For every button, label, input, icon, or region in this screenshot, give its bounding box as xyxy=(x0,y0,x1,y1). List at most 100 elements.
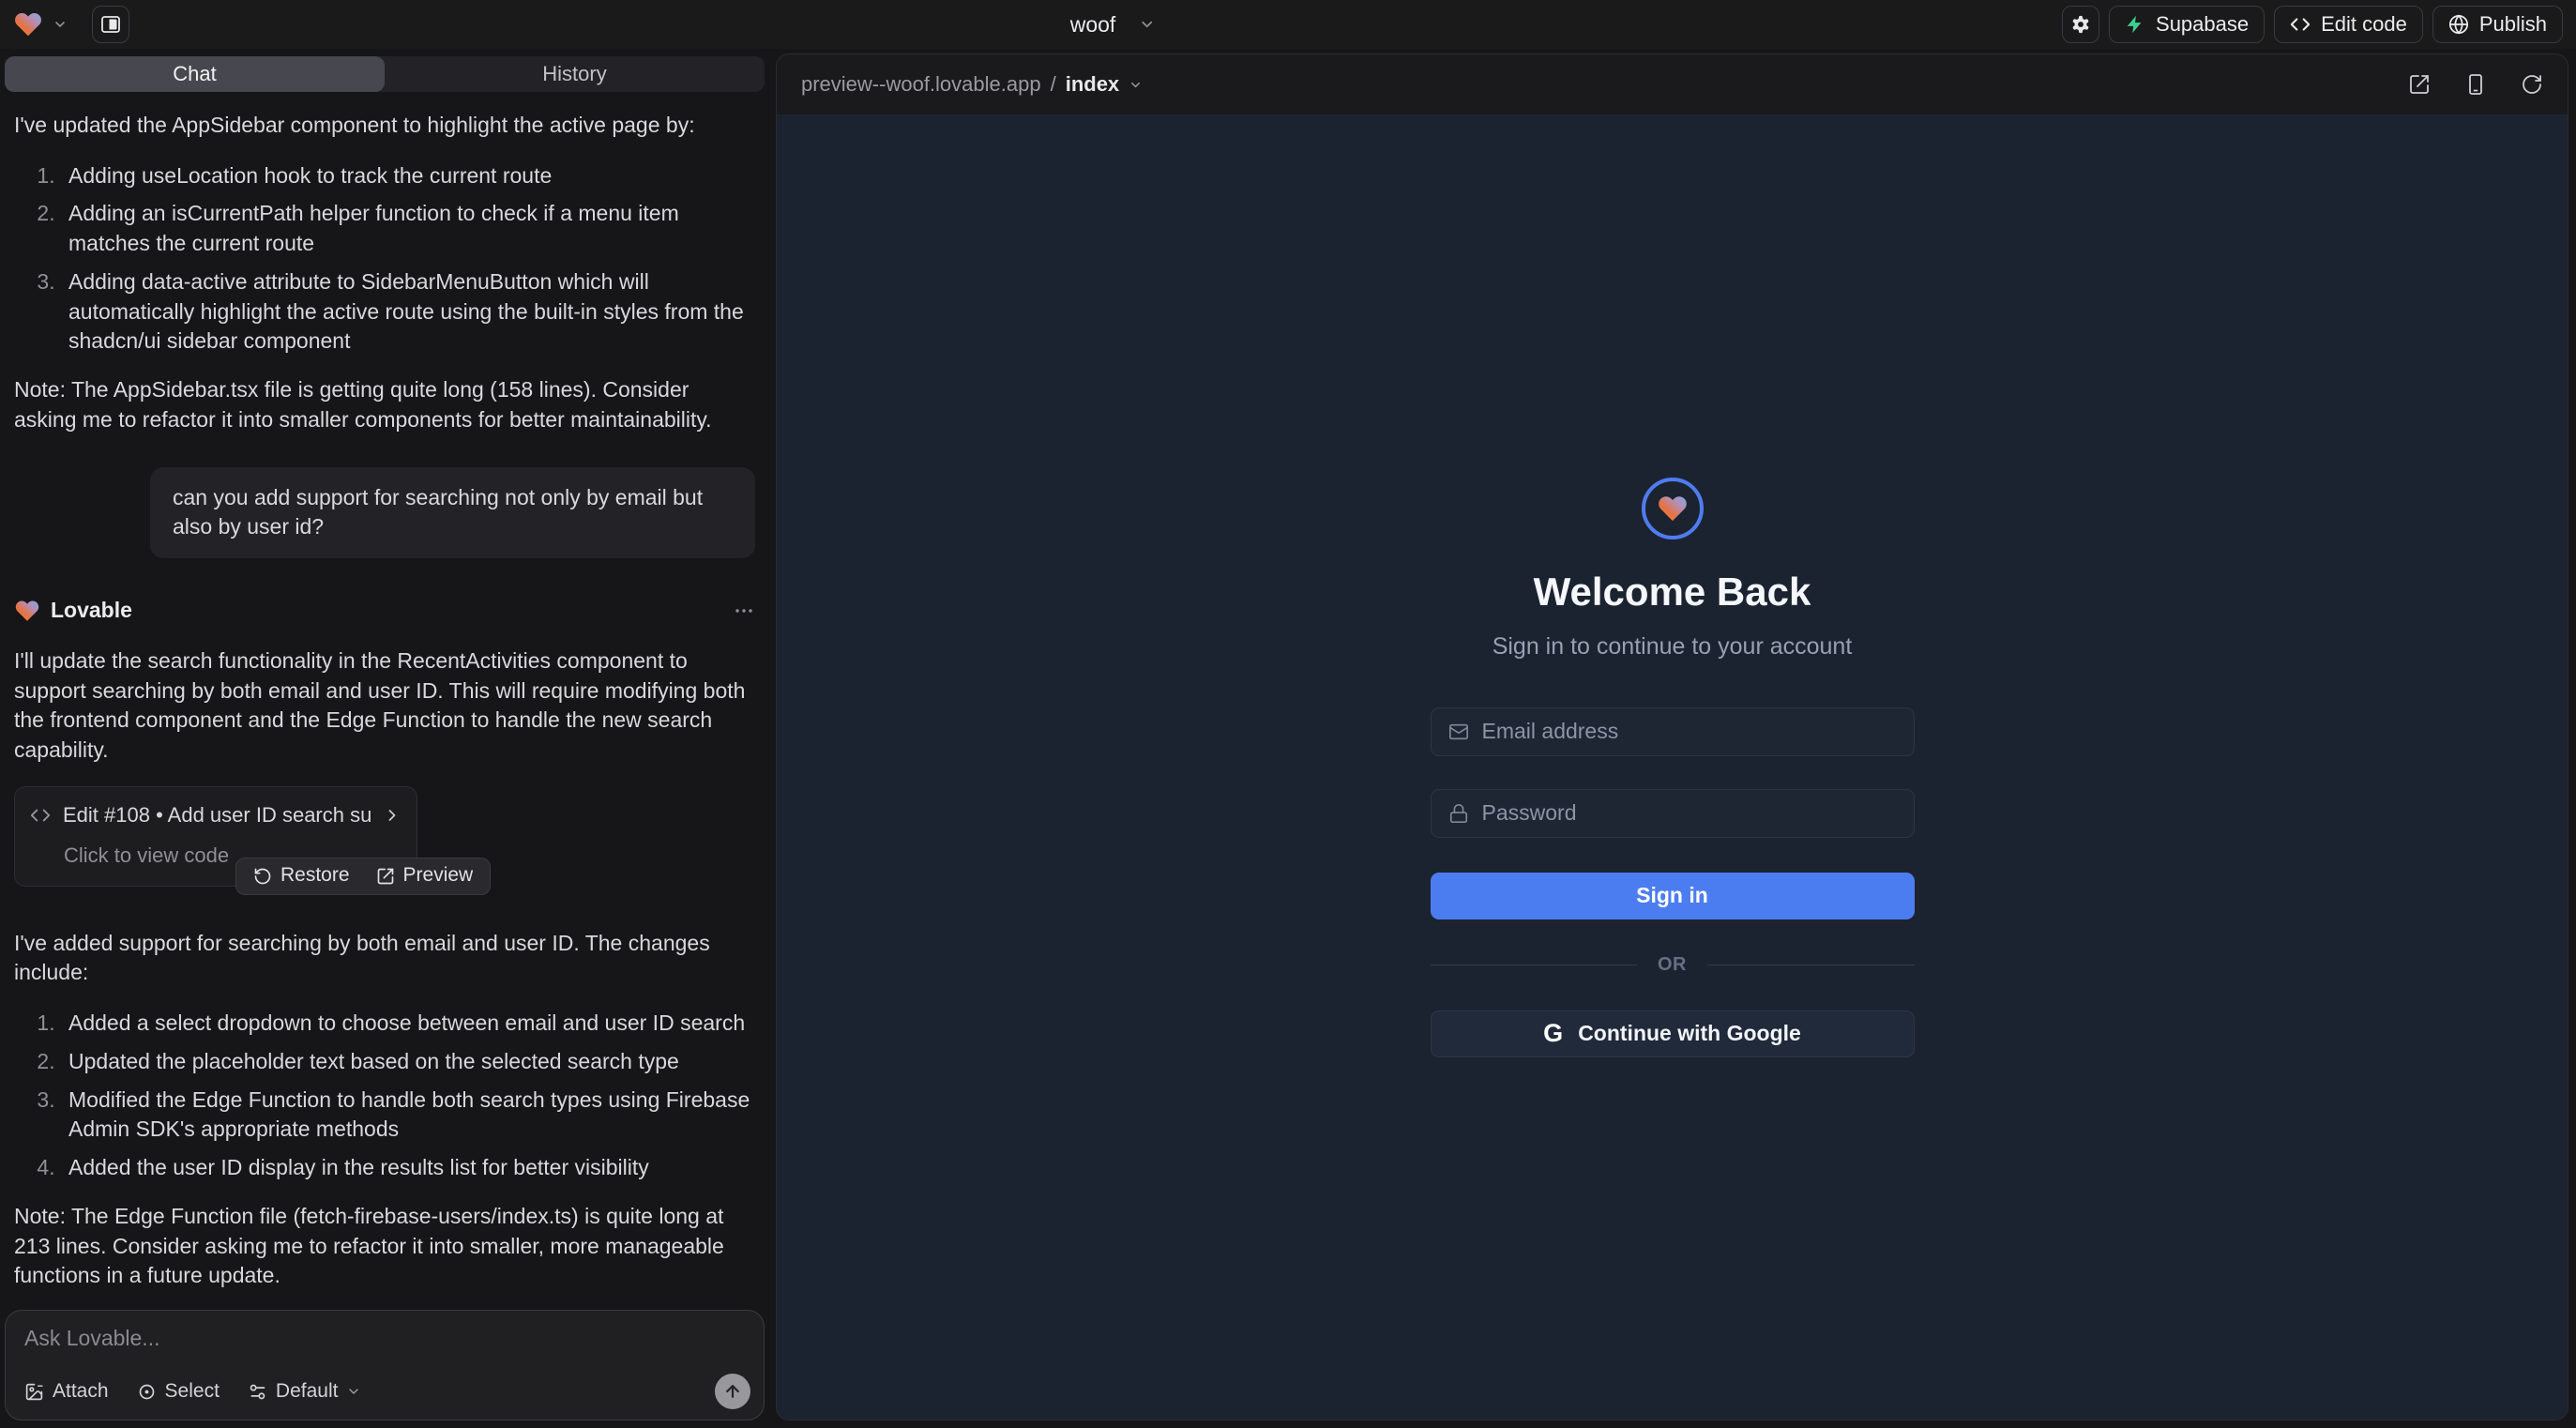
user-message-bubble: can you add support for searching not on… xyxy=(150,467,755,558)
chevron-down-icon xyxy=(53,17,68,32)
preview-label: Preview xyxy=(403,862,474,889)
tab-history-label: History xyxy=(542,62,606,86)
chat-panel: Chat History I've updated the AppSidebar… xyxy=(0,49,769,1428)
auth-subtitle: Sign in to continue to your account xyxy=(1493,633,1853,661)
chat-history-tabs: Chat History xyxy=(5,56,765,92)
continue-with-google-button[interactable]: G Continue with Google xyxy=(1431,1010,1915,1057)
lovable-heart-icon xyxy=(13,9,43,39)
chevron-down-icon xyxy=(1138,16,1155,33)
assistant-message-text: Note: The AppSidebar.tsx file is getting… xyxy=(14,375,755,434)
attach-label: Attach xyxy=(53,1380,109,1403)
chat-messages: I've updated the AppSidebar component to… xyxy=(5,92,765,1300)
supabase-bolt-icon xyxy=(2125,14,2145,35)
edit-code-button[interactable]: Edit code xyxy=(2274,6,2423,43)
gear-icon xyxy=(2070,14,2091,35)
list-item: Added a select dropdown to choose betwee… xyxy=(61,1009,755,1039)
select-button[interactable]: Select xyxy=(137,1380,220,1403)
assistant-name: Lovable xyxy=(51,596,132,626)
preview-iframe: Welcome Back Sign in to continue to your… xyxy=(777,114,2568,1420)
or-label: OR xyxy=(1658,954,1687,976)
list-item: Adding useLocation hook to track the cur… xyxy=(61,161,755,191)
list-item: Added the user ID display in the results… xyxy=(61,1153,755,1183)
list-item: Adding data-active attribute to SidebarM… xyxy=(61,267,755,357)
sliders-icon xyxy=(248,1382,267,1402)
open-in-new-tab-icon[interactable] xyxy=(2408,73,2431,96)
edit-code-label: Edit code xyxy=(2321,12,2407,37)
mobile-view-icon[interactable] xyxy=(2464,73,2487,96)
chevron-down-icon xyxy=(346,1384,361,1399)
settings-button[interactable] xyxy=(2062,6,2099,43)
supabase-button[interactable]: Supabase xyxy=(2109,6,2265,43)
preview-url-host: preview--woof.lovable.app xyxy=(801,72,1041,97)
list-item: Updated the placeholder text based on th… xyxy=(61,1047,755,1077)
mode-dropdown[interactable]: Default xyxy=(248,1380,362,1403)
assistant-list: Adding useLocation hook to track the cur… xyxy=(14,161,755,357)
publish-label: Publish xyxy=(2479,12,2547,37)
select-label: Select xyxy=(165,1380,220,1403)
send-button[interactable] xyxy=(715,1374,750,1409)
user-message-text: can you add support for searching not on… xyxy=(173,485,703,539)
edit-card-wrap: Edit #108 • Add user ID search supp... C… xyxy=(14,786,755,897)
assistant-header: Lovable xyxy=(14,596,755,626)
target-icon xyxy=(137,1382,157,1402)
panel-left-icon xyxy=(99,13,122,36)
sign-in-button[interactable]: Sign in xyxy=(1431,873,1915,919)
sign-in-label: Sign in xyxy=(1636,883,1708,908)
restore-button[interactable]: Restore xyxy=(253,862,350,889)
restore-label: Restore xyxy=(280,862,350,889)
composer: Attach Select Default xyxy=(5,1310,765,1420)
message-menu-ellipsis-icon[interactable] xyxy=(733,600,755,622)
preview-url-bar: preview--woof.lovable.app / index xyxy=(777,54,2568,114)
restore-icon xyxy=(253,867,272,886)
assistant-message-text: Note: The Edge Function file (fetch-fire… xyxy=(14,1202,755,1291)
tab-chat[interactable]: Chat xyxy=(5,56,385,92)
password-field-wrap xyxy=(1431,789,1915,838)
assistant-message-text: I've added support for searching by both… xyxy=(14,929,755,988)
topbar: woof Supabase Edit code Publish xyxy=(0,0,2576,49)
email-field-wrap xyxy=(1431,707,1915,756)
publish-button[interactable]: Publish xyxy=(2432,6,2563,43)
preview-panel: preview--woof.lovable.app / index xyxy=(776,53,2568,1420)
assistant-list: Added a select dropdown to choose betwee… xyxy=(14,1009,755,1183)
refresh-icon[interactable] xyxy=(2521,73,2543,96)
password-field[interactable] xyxy=(1482,800,1897,826)
code-icon xyxy=(30,805,51,826)
tab-history[interactable]: History xyxy=(385,56,765,92)
chevron-right-icon xyxy=(383,806,402,825)
code-icon xyxy=(2290,14,2311,35)
email-field[interactable] xyxy=(1482,719,1897,744)
edit-card-title: Edit #108 • Add user ID search supp... xyxy=(63,801,371,829)
chevron-down-icon xyxy=(1129,78,1143,92)
lock-icon xyxy=(1448,803,1469,824)
tab-chat-label: Chat xyxy=(173,62,216,86)
attach-button[interactable]: Attach xyxy=(24,1380,109,1403)
lovable-heart-icon xyxy=(14,598,40,624)
app-logo xyxy=(1642,478,1704,539)
mode-label: Default xyxy=(276,1380,339,1403)
google-g-icon: G xyxy=(1543,1019,1563,1048)
chat-input[interactable] xyxy=(24,1326,745,1367)
auth-title: Welcome Back xyxy=(1534,570,1811,615)
mail-icon xyxy=(1448,722,1469,742)
preview-url-dropdown[interactable]: preview--woof.lovable.app / index xyxy=(801,72,1143,97)
supabase-label: Supabase xyxy=(2156,12,2249,37)
google-label: Continue with Google xyxy=(1578,1021,1801,1046)
external-link-icon xyxy=(376,867,395,886)
project-title-dropdown[interactable]: woof xyxy=(1070,12,1156,38)
preview-button[interactable]: Preview xyxy=(376,862,474,889)
image-plus-icon xyxy=(24,1382,44,1402)
preview-url-separator: / xyxy=(1051,72,1056,97)
sidebar-toggle-button[interactable] xyxy=(92,6,129,43)
auth-card: Welcome Back Sign in to continue to your… xyxy=(1431,478,1915,1057)
lovable-logo-menu[interactable] xyxy=(13,9,68,39)
assistant-message-text: I'll update the search functionality in … xyxy=(14,646,755,766)
project-name: woof xyxy=(1070,12,1116,38)
list-item: Adding an isCurrentPath helper function … xyxy=(61,199,755,258)
globe-icon xyxy=(2448,14,2469,35)
heart-icon xyxy=(1657,493,1689,524)
preview-url-page: index xyxy=(1066,72,1119,97)
list-item: Modified the Edge Function to handle bot… xyxy=(61,1086,755,1145)
assistant-message-text: I've updated the AppSidebar component to… xyxy=(14,111,755,141)
edit-toolbar: Restore Preview xyxy=(235,858,491,895)
or-divider: OR xyxy=(1431,954,1915,976)
